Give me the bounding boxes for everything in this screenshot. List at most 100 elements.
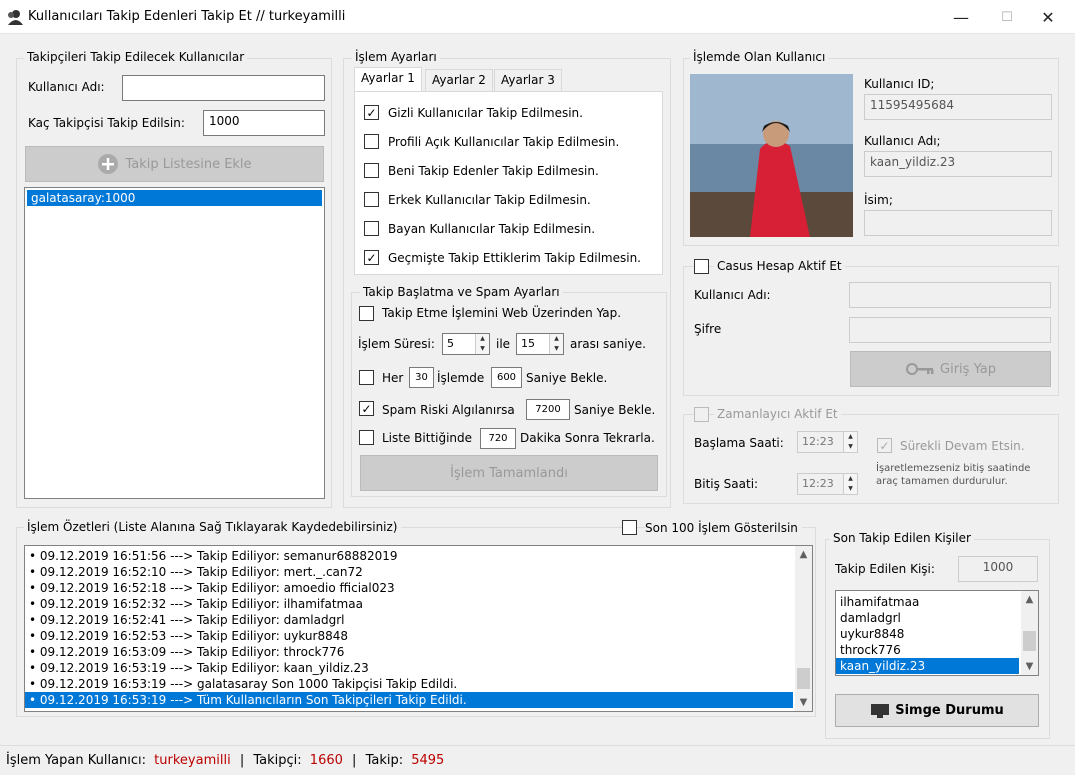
recent-count-field: 1000 xyxy=(958,556,1038,582)
spam-input[interactable]: 7200 xyxy=(526,399,570,420)
option-checkbox[interactable] xyxy=(364,192,379,207)
log-list[interactable]: • 09.12.2019 16:51:56 ---> Takip Ediliyo… xyxy=(24,545,813,712)
end-time-label: Bitiş Saati: xyxy=(694,477,759,491)
spin-arrows-icon[interactable]: ▲ ▼ xyxy=(549,334,563,354)
option-checkbox[interactable]: ✓ xyxy=(364,250,379,265)
log-entry[interactable]: • 09.12.2019 16:53:09 ---> Takip Ediliyo… xyxy=(25,644,793,660)
recent-count-label: Takip Edilen Kişi: xyxy=(835,562,935,576)
plus-icon xyxy=(98,154,119,174)
scroll-down-icon[interactable]: ▼ xyxy=(795,694,812,711)
duration-max-spinner[interactable]: 15 ▲ ▼ xyxy=(516,333,564,355)
log-entry[interactable]: • 09.12.2019 16:52:41 ---> Takip Ediliyo… xyxy=(25,612,793,628)
log-entry[interactable]: • 09.12.2019 16:52:53 ---> Takip Ediliyo… xyxy=(25,628,793,644)
wait-input[interactable]: 600 xyxy=(491,367,522,388)
spy-username-label: Kullanıcı Adı: xyxy=(694,288,771,302)
settings-legend: İşlem Ayarları xyxy=(352,50,440,64)
target-users-list[interactable]: galatasaray:1000 xyxy=(24,187,325,499)
monitor-icon xyxy=(871,703,890,718)
scroll-thumb[interactable] xyxy=(1023,631,1036,651)
scroll-thumb[interactable] xyxy=(797,668,810,689)
option-checkbox[interactable] xyxy=(364,221,379,236)
tab-ayarlar-2[interactable]: Ayarlar 2 xyxy=(425,69,493,91)
users-icon xyxy=(8,10,23,25)
count-input[interactable]: 1000 xyxy=(203,110,325,136)
start-time-picker[interactable]: 12:23 ▲ ▼ xyxy=(797,431,858,453)
scroll-down-icon[interactable]: ▼ xyxy=(1021,658,1038,675)
status-separator: | xyxy=(352,753,357,768)
status-followers-label: Takipçi: xyxy=(253,753,302,768)
option-label: Geçmişte Takip Ettiklerim Takip Edilmesi… xyxy=(388,251,641,265)
close-button[interactable]: ✕ xyxy=(1025,0,1071,34)
option-checkbox[interactable]: ✓ xyxy=(364,105,379,120)
spam-checkbox[interactable]: ✓ xyxy=(359,401,374,416)
log-entry[interactable]: • 09.12.2019 16:53:19 ---> Takip Ediliyo… xyxy=(25,660,793,676)
option-label: Bayan Kullanıcılar Takip Edilmesin. xyxy=(388,222,596,236)
maximize-button[interactable]: ☐ xyxy=(984,0,1030,34)
spin-arrows-icon[interactable]: ▲ ▼ xyxy=(843,474,857,494)
recent-item[interactable]: damladgrl xyxy=(836,610,1019,626)
log-entry[interactable]: • 09.12.2019 16:51:56 ---> Takip Ediliyo… xyxy=(25,548,793,564)
profile-photo xyxy=(690,74,853,237)
scroll-up-icon[interactable]: ▲ xyxy=(1021,591,1038,608)
user-name-label: Kullanıcı Adı; xyxy=(864,134,941,148)
recent-scrollbar[interactable]: ▲ ▼ xyxy=(1021,591,1038,675)
username-input[interactable] xyxy=(122,75,325,101)
her-input[interactable]: 30 xyxy=(409,367,434,388)
last100-label: Son 100 İşlem Gösterilsin xyxy=(645,521,802,535)
timer-label: Zamanlayıcı Aktif Et xyxy=(714,407,841,421)
ile-label: ile xyxy=(496,337,511,351)
duration-min-spinner[interactable]: 5 ▲ ▼ xyxy=(442,333,490,355)
end-time-picker[interactable]: 12:23 ▲ ▼ xyxy=(797,473,858,495)
spin-arrows-icon[interactable]: ▲ ▼ xyxy=(475,334,489,354)
log-entry[interactable]: • 09.12.2019 16:53:19 ---> galatasaray S… xyxy=(25,676,793,692)
username-label: Kullanıcı Adı: xyxy=(28,80,105,94)
scroll-up-icon[interactable]: ▲ xyxy=(795,546,812,563)
option-checkbox[interactable] xyxy=(364,134,379,149)
user-id-field: 11595495684 xyxy=(864,94,1052,120)
log-entry[interactable]: • 09.12.2019 16:52:32 ---> Takip Ediliyo… xyxy=(25,596,793,612)
liste-checkbox[interactable] xyxy=(359,430,374,445)
option-label: Erkek Kullanıcılar Takip Edilmesin. xyxy=(388,193,591,207)
recent-item[interactable]: uykur8848 xyxy=(836,626,1019,642)
log-entry[interactable]: • 09.12.2019 16:52:10 ---> Takip Ediliyo… xyxy=(25,564,793,580)
target-users-legend: Takipçileri Takip Edilecek Kullanıcılar xyxy=(24,50,248,64)
status-line: İşlem Yapan Kullanıcı: turkeyamilli | Ta… xyxy=(6,753,444,768)
status-followers-value: 1660 xyxy=(309,753,343,768)
log-scrollbar[interactable]: ▲ ▼ xyxy=(795,546,812,711)
log-entry[interactable]: • 09.12.2019 16:52:18 ---> Takip Ediliyo… xyxy=(25,580,793,596)
spam-label: Spam Riski Algılanırsa xyxy=(382,403,515,417)
liste-input[interactable]: 720 xyxy=(480,428,516,449)
spy-username-input[interactable] xyxy=(849,282,1051,308)
add-to-list-button[interactable]: Takip Listesine Ekle xyxy=(25,146,324,182)
saniye-bekle-label: Saniye Bekle. xyxy=(526,371,608,385)
tab-ayarlar-1[interactable]: Ayarlar 1 xyxy=(354,67,422,92)
tray-label: Simge Durumu xyxy=(895,703,1004,718)
recent-list[interactable]: ilhamifatmaa damladgrl uykur8848 throck776 k… xyxy=(835,590,1039,676)
complete-button[interactable]: İşlem Tamamlandı xyxy=(360,455,658,491)
liste-suffix-label: Dakika Sonra Tekrarla. xyxy=(520,431,655,445)
status-following-value: 5495 xyxy=(411,753,445,768)
spy-checkbox[interactable] xyxy=(694,259,709,274)
status-following-label: Takip: xyxy=(365,753,404,768)
title-bar: Kullanıcıları Takip Edenleri Takip Et //… xyxy=(0,0,1075,34)
arasi-label: arası saniye. xyxy=(570,337,646,351)
current-user-legend: İşlemde Olan Kullanıcı xyxy=(690,50,829,64)
her-checkbox[interactable] xyxy=(359,370,374,385)
tab-ayarlar-3[interactable]: Ayarlar 3 xyxy=(494,69,562,91)
minimize-button[interactable]: — xyxy=(938,0,984,34)
tray-button[interactable]: Simge Durumu xyxy=(835,694,1039,727)
spin-arrows-icon[interactable]: ▲ ▼ xyxy=(843,432,857,452)
spy-password-input[interactable] xyxy=(849,317,1051,343)
recent-item[interactable]: throck776 xyxy=(836,642,1019,658)
last100-checkbox[interactable] xyxy=(622,520,637,535)
recent-item[interactable]: kaan_yildiz.23 xyxy=(836,658,1019,674)
timer-checkbox[interactable] xyxy=(694,407,709,422)
option-checkbox[interactable] xyxy=(364,163,379,178)
spy-label: Casus Hesap Aktif Et xyxy=(714,259,845,273)
list-item[interactable]: galatasaray:1000 xyxy=(27,190,322,206)
web-checkbox[interactable] xyxy=(359,306,374,321)
log-entry[interactable]: • 09.12.2019 16:53:19 ---> Tüm Kullanıcı… xyxy=(25,692,793,708)
continue-checkbox[interactable]: ✓ xyxy=(877,438,892,453)
recent-item[interactable]: ilhamifatmaa xyxy=(836,594,1019,610)
login-button[interactable]: Giriş Yap xyxy=(850,351,1051,387)
